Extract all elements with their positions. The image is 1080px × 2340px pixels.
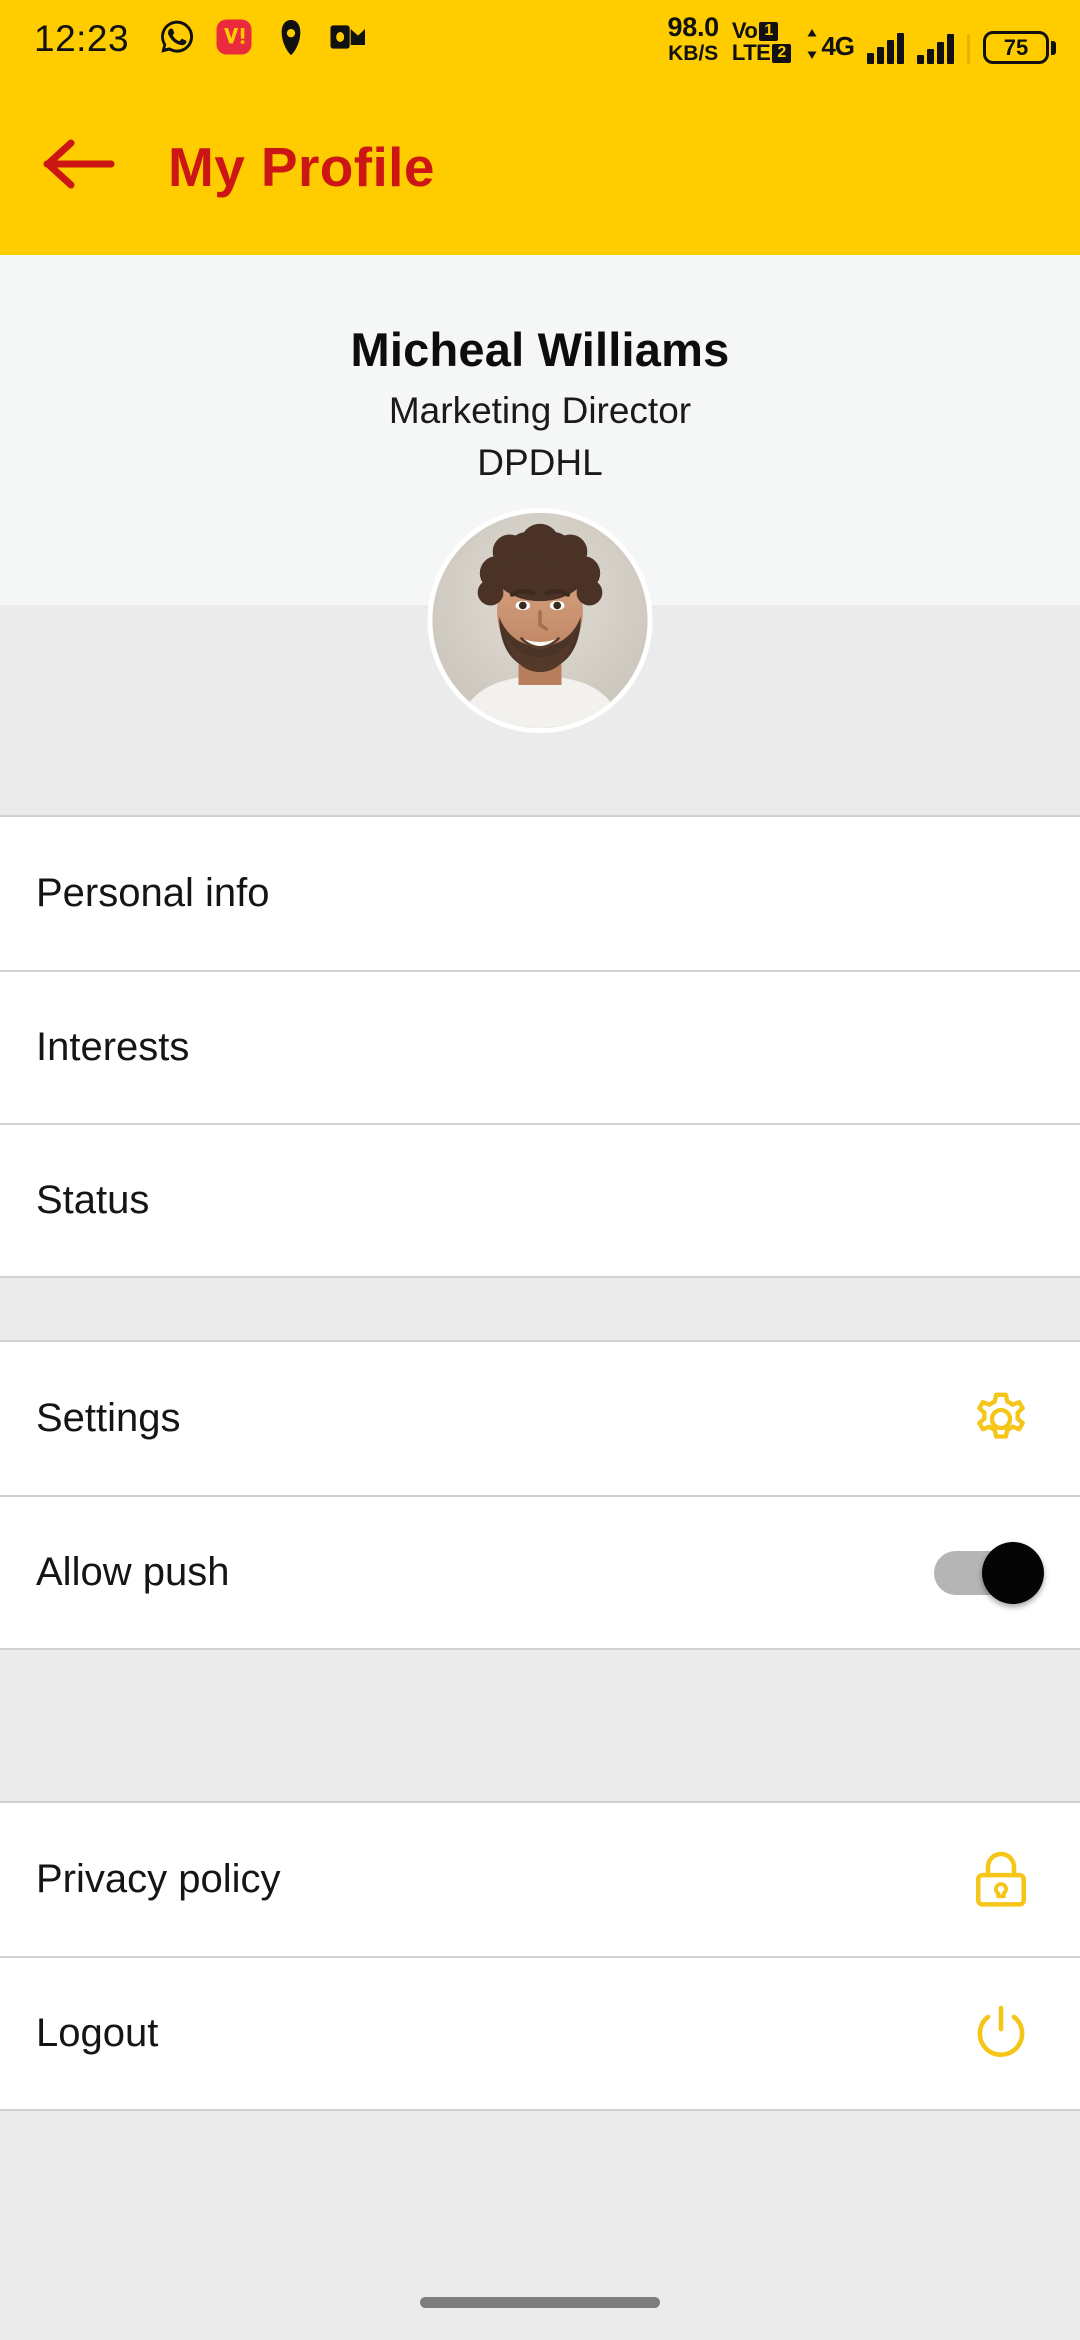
avatar[interactable]	[427, 508, 653, 733]
network-speed-value: 98.0	[667, 12, 720, 42]
menu-item-allow-push[interactable]: Allow push	[0, 1495, 1080, 1648]
battery-percent-label: 75	[1003, 34, 1029, 60]
home-indicator[interactable]	[420, 2297, 660, 2308]
phone-icon	[271, 17, 311, 62]
network-speed-indicator: 98.0 KB/S	[667, 12, 720, 65]
status-bar-divider	[967, 34, 970, 64]
menu-item-label: Personal info	[36, 871, 270, 915]
allow-push-toggle[interactable]	[934, 1541, 1044, 1604]
menu-item-personal-info[interactable]: Personal info	[0, 817, 1080, 970]
volte-indicator: Vo 1 LTE 2	[731, 18, 792, 65]
battery-indicator: 75	[983, 31, 1056, 64]
arrow-left-icon	[43, 136, 117, 197]
toggle-thumb	[982, 1541, 1044, 1604]
volte-label-vo: Vo	[731, 18, 758, 43]
menu-item-label: Settings	[36, 1396, 181, 1440]
status-bar-clock: 12:23	[34, 18, 130, 59]
lock-icon	[958, 1837, 1044, 1923]
page-title: My Profile	[168, 135, 435, 198]
profile-role: Marketing Director	[388, 390, 692, 431]
menu-item-label: Interests	[36, 1025, 190, 1069]
data-transfer-arrows-icon	[804, 29, 820, 64]
menu-group-settings: Settings Allow push	[0, 1340, 1080, 1650]
menu-group-account: Privacy policy Logout	[0, 1801, 1080, 2111]
profile-name: Micheal Williams	[350, 323, 730, 376]
network-type-indicator: 4G	[804, 29, 855, 64]
signal-strength-sim1-icon	[867, 32, 904, 64]
network-speed-unit: KB/S	[668, 42, 719, 65]
phone-screen: 12:23 98.0 KB/S Vo 1 LTE 2 4G 75 My Prof…	[0, 0, 1080, 2340]
sim1-badge: 1	[759, 21, 779, 41]
profile-organization: DPDHL	[477, 442, 603, 483]
back-button[interactable]	[20, 107, 140, 227]
volte-label-lte: LTE	[731, 40, 771, 65]
whatsapp-icon	[157, 17, 197, 62]
menu-item-label: Privacy policy	[36, 1857, 281, 1901]
power-icon	[958, 1991, 1044, 2077]
network-type-label: 4G	[821, 31, 855, 61]
battery-cap-icon	[1051, 40, 1056, 55]
status-bar-notification-icons	[157, 17, 368, 62]
status-bar: 12:23 98.0 KB/S Vo 1 LTE 2 4G 75	[0, 0, 1080, 78]
menu-item-label: Allow push	[36, 1550, 230, 1594]
menu-item-settings[interactable]: Settings	[0, 1342, 1080, 1495]
menu-item-logout[interactable]: Logout	[0, 1956, 1080, 2109]
status-bar-system-icons: 98.0 KB/S Vo 1 LTE 2 4G 75	[668, 14, 1056, 64]
menu-item-interests[interactable]: Interests	[0, 970, 1080, 1123]
gear-icon	[958, 1376, 1044, 1462]
menu-group-personal: Personal info Interests Status	[0, 815, 1080, 1278]
sim2-badge: 2	[772, 43, 792, 63]
signal-strength-sim2-icon	[917, 32, 954, 64]
menu-item-privacy-policy[interactable]: Privacy policy	[0, 1803, 1080, 1956]
menu-item-label: Status	[36, 1178, 150, 1222]
app-bar: My Profile	[0, 78, 1080, 255]
outlook-icon	[328, 17, 368, 62]
menu-item-status[interactable]: Status	[0, 1123, 1080, 1276]
menu-item-label: Logout	[36, 2011, 159, 2055]
vi-icon	[214, 17, 254, 62]
